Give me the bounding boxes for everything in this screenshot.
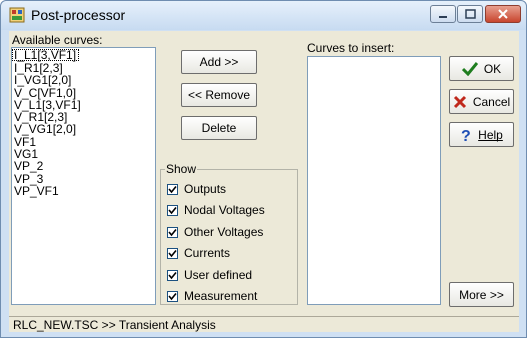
- question-icon: ?: [461, 128, 471, 143]
- show-option[interactable]: User defined: [167, 267, 252, 283]
- checkbox[interactable]: [167, 247, 178, 259]
- show-group-label: Show: [165, 162, 198, 176]
- minimize-button[interactable]: [430, 5, 456, 23]
- show-option-label: Nodal Voltages: [184, 203, 265, 217]
- close-button[interactable]: [485, 5, 521, 23]
- show-option-label: Other Voltages: [184, 225, 264, 239]
- available-items: I_L1[3,VF1] I_R1[2,3] I_VG1[2,0] V_C[VF1,0]…: [12, 48, 155, 197]
- status-bar: RLC_NEW.TSC >> Transient Analysis: [9, 316, 519, 332]
- minimize-icon: [439, 16, 447, 18]
- curves-to-insert-label: Curves to insert:: [307, 41, 395, 55]
- more-label: More >>: [459, 287, 504, 302]
- help-button[interactable]: ? Help: [449, 122, 514, 147]
- window-title: Post-processor: [31, 7, 126, 23]
- cancel-button[interactable]: Cancel: [449, 89, 514, 114]
- checkmark-icon: [168, 271, 177, 279]
- maximize-button[interactable]: [457, 5, 483, 23]
- show-group: Show Outputs Nodal Voltages Other Voltages…: [160, 162, 298, 305]
- available-curve-item[interactable]: I_L1[3,VF1]: [12, 49, 80, 62]
- show-option-label: User defined: [184, 268, 253, 282]
- show-option[interactable]: Currents: [167, 245, 230, 261]
- available-curve-item[interactable]: VP_2: [12, 160, 155, 172]
- add-button[interactable]: Add >>: [181, 50, 257, 74]
- available-curve-item[interactable]: I_VG1[2,0]: [12, 74, 155, 86]
- show-option[interactable]: Other Voltages: [167, 224, 263, 240]
- checkbox[interactable]: [167, 290, 178, 302]
- available-curve-item[interactable]: VP_VF1: [12, 185, 155, 197]
- checkmark-icon: [168, 228, 177, 236]
- show-option-label: Currents: [184, 246, 231, 260]
- checkmark-icon: [168, 185, 177, 193]
- available-curves-list[interactable]: I_L1[3,VF1] I_R1[2,3] I_VG1[2,0] V_C[VF1,0]…: [11, 47, 156, 305]
- checkbox[interactable]: [167, 226, 178, 238]
- available-curve-item[interactable]: V_VG1[2,0]: [12, 123, 155, 135]
- checkbox[interactable]: [167, 183, 178, 195]
- show-option-label: Outputs: [184, 182, 227, 196]
- title-bar[interactable]: Post-processor: [1, 1, 526, 30]
- app-icon: [9, 7, 25, 23]
- cancel-label: Cancel: [472, 94, 511, 109]
- maximize-icon: [465, 9, 476, 19]
- available-curves-label: Available curves:: [12, 33, 103, 47]
- curves-to-insert-list[interactable]: [307, 56, 441, 305]
- close-icon: [498, 9, 508, 19]
- remove-button[interactable]: << Remove: [181, 83, 257, 107]
- show-option[interactable]: Measurement: [167, 288, 257, 304]
- check-icon: [461, 61, 478, 76]
- checkmark-icon: [168, 292, 177, 300]
- svg-text:?: ?: [461, 128, 471, 143]
- add-label: Add >>: [199, 55, 239, 69]
- checkmark-icon: [168, 206, 177, 214]
- status-text: RLC_NEW.TSC >> Transient Analysis: [13, 318, 216, 332]
- checkbox[interactable]: [167, 204, 178, 216]
- ok-label: OK: [483, 61, 502, 76]
- show-option[interactable]: Nodal Voltages: [167, 202, 265, 218]
- show-option-label: Measurement: [184, 289, 258, 303]
- delete-button[interactable]: Delete: [181, 116, 257, 140]
- delete-label: Delete: [201, 121, 237, 135]
- dialog-body: Available curves: I_L1[3,VF1] I_R1[2,3] I_…: [9, 31, 519, 330]
- help-label: Help: [478, 127, 503, 142]
- show-option[interactable]: Outputs: [167, 181, 226, 197]
- ok-button[interactable]: OK: [449, 56, 514, 81]
- x-icon: [453, 95, 466, 108]
- post-processor-window: Post-processor Available curves: I_L1[3,…: [0, 0, 527, 338]
- remove-label: << Remove: [187, 88, 251, 102]
- checkbox[interactable]: [167, 269, 178, 281]
- checkmark-icon: [168, 249, 177, 257]
- more-button[interactable]: More >>: [449, 282, 514, 307]
